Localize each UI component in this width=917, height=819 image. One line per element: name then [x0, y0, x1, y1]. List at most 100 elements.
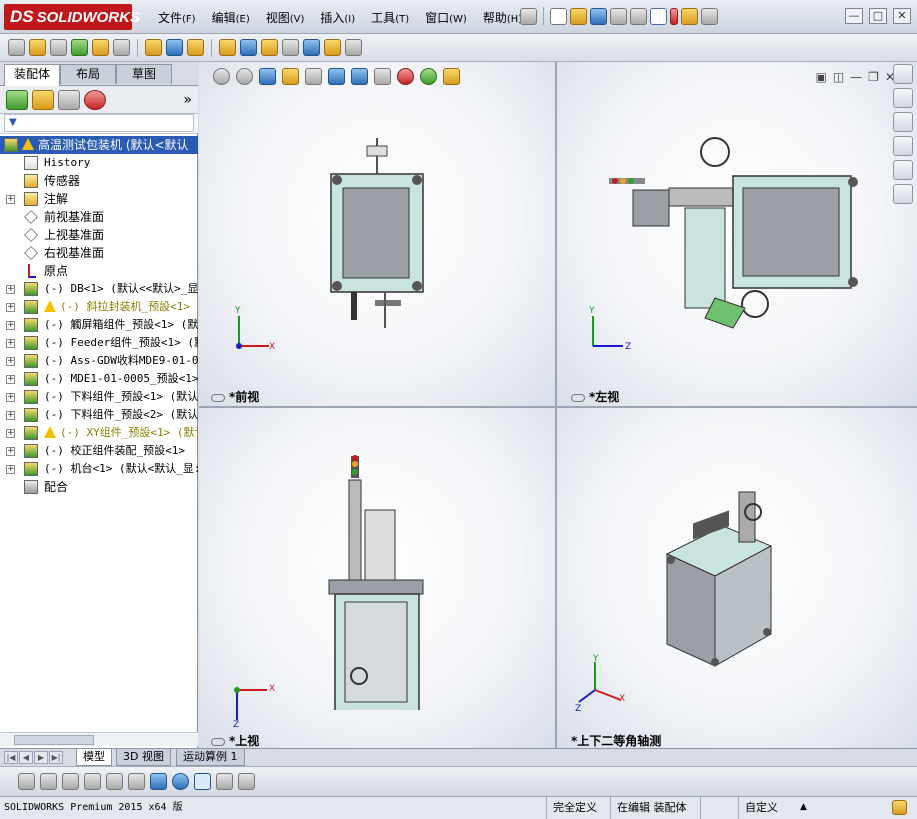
view-palette-icon[interactable]: [893, 136, 913, 156]
interference-detection-icon[interactable]: [303, 39, 320, 56]
move-component-icon[interactable]: [113, 39, 130, 56]
tab-layout[interactable]: 布局: [60, 64, 116, 84]
new-document-icon[interactable]: [550, 7, 567, 25]
linear-pattern-icon[interactable]: [71, 39, 88, 56]
section-view-icon[interactable]: [282, 68, 299, 85]
rebuild-indicator-icon[interactable]: [892, 800, 907, 815]
zoom-to-area-icon[interactable]: [236, 68, 253, 85]
last-tab-arrow[interactable]: ▶|: [49, 751, 63, 764]
filter-input[interactable]: ▼: [4, 114, 194, 132]
viewport-isometric[interactable]: Y X Z *上下二等角轴测: [557, 408, 917, 748]
mate-icon[interactable]: [29, 39, 46, 56]
tree-item[interactable]: + 注解: [0, 190, 198, 208]
tree-expand-toggle[interactable]: +: [6, 285, 15, 294]
instant3d-icon[interactable]: [345, 39, 362, 56]
reference-geometry-icon[interactable]: [187, 39, 204, 56]
hide-show-items-icon[interactable]: [374, 68, 391, 85]
next-tab-arrow[interactable]: ▶: [34, 751, 48, 764]
open-folder-icon[interactable]: [570, 7, 587, 25]
view-link-icon[interactable]: [211, 393, 225, 402]
select-cursor-icon[interactable]: [650, 7, 667, 25]
tree-item[interactable]: 传感器: [0, 172, 198, 190]
exploded-view-icon[interactable]: [261, 39, 278, 56]
smart-fasteners-icon[interactable]: [92, 39, 109, 56]
feature-manager-tree-icon[interactable]: [6, 89, 28, 110]
custom-properties-icon[interactable]: [893, 184, 913, 204]
tree-expand-toggle[interactable]: +: [6, 375, 15, 384]
tree-item[interactable]: + (-) Feeder组件_预設<1> (默: [0, 334, 198, 352]
menu-insert[interactable]: 插入(I): [312, 9, 363, 29]
tree-expand-toggle[interactable]: +: [6, 429, 15, 438]
tree-expand-toggle[interactable]: +: [6, 465, 15, 474]
insert-component-icon[interactable]: [8, 39, 25, 56]
tree-item[interactable]: History: [0, 154, 198, 172]
viewport-minimize-icon[interactable]: —: [850, 70, 862, 84]
minimize-button[interactable]: —: [845, 8, 863, 24]
tree-item[interactable]: 上视基准面: [0, 226, 198, 244]
configuration-manager-icon[interactable]: [58, 89, 80, 110]
tree-item[interactable]: + (-) MDE1-01-0005_预設<1>: [0, 370, 198, 388]
display-style-icon[interactable]: [351, 68, 368, 85]
tree-expand-toggle[interactable]: +: [6, 447, 15, 456]
previous-view-icon[interactable]: [259, 68, 276, 85]
tree-item[interactable]: + (-) XY组件_预設<1> (默讠: [0, 424, 198, 442]
tree-expand-toggle[interactable]: +: [6, 321, 15, 330]
table-icon[interactable]: [238, 773, 255, 790]
menu-tools[interactable]: 工具(T): [363, 9, 417, 29]
tree-horizontal-scrollbar[interactable]: [0, 732, 198, 746]
menu-edit[interactable]: 编辑(E): [204, 9, 258, 29]
show-hidden-icon[interactable]: [145, 39, 162, 56]
list-view-icon[interactable]: [84, 773, 101, 790]
menu-file[interactable]: 文件(F): [150, 9, 204, 29]
tree-expand-toggle[interactable]: +: [6, 339, 15, 348]
tree-expand-toggle[interactable]: +: [6, 195, 15, 204]
design-library-icon[interactable]: [893, 88, 913, 108]
grid-view-icon[interactable]: [106, 773, 123, 790]
transparency-icon[interactable]: [62, 773, 79, 790]
clearance-verification-icon[interactable]: [324, 39, 341, 56]
tree-item[interactable]: + (-) 下料组件_预設<1> (默认: [0, 388, 198, 406]
solidworks-resources-icon[interactable]: [893, 64, 913, 84]
scrollbar-thumb[interactable]: [14, 735, 94, 745]
display-manager-icon[interactable]: [84, 89, 106, 110]
options-icon[interactable]: [681, 7, 698, 25]
tree-item[interactable]: + (-) Ass-GDW收料MDE9-01-000: [0, 352, 198, 370]
tree-item[interactable]: + (-) 下料组件_预設<2> (默认: [0, 406, 198, 424]
tree-item[interactable]: + (-) 觸屏箱组件_预設<1> (默: [0, 316, 198, 334]
prev-tab-arrow[interactable]: ◀: [19, 751, 33, 764]
tree-item[interactable]: 右视基准面: [0, 244, 198, 262]
view-link-icon[interactable]: [211, 737, 225, 746]
viewport-split-icon[interactable]: ◫: [833, 70, 844, 84]
tree-item[interactable]: + (-) 校正组件装配_预設<1>: [0, 442, 198, 460]
tab-assembly[interactable]: 装配体: [4, 64, 60, 86]
tab-motion-study[interactable]: 运动算例 1: [176, 749, 245, 766]
traffic-light-icon[interactable]: [670, 7, 678, 25]
close-button[interactable]: ✕: [893, 8, 911, 24]
restore-button[interactable]: □: [869, 8, 887, 24]
display-mode-icon[interactable]: [172, 773, 189, 790]
pencil-icon[interactable]: [50, 39, 67, 56]
dynamic-annotation-icon[interactable]: [305, 68, 322, 85]
save-icon[interactable]: [590, 7, 607, 25]
view-orientation-icon[interactable]: [328, 68, 345, 85]
viewport-single-icon[interactable]: ▣: [815, 70, 826, 84]
bill-of-materials-icon[interactable]: [240, 39, 257, 56]
tree-expand-toggle[interactable]: +: [6, 411, 15, 420]
new-motion-study-icon[interactable]: [219, 39, 236, 56]
status-units-arrow[interactable]: ▲: [794, 797, 807, 819]
tree-expand-toggle[interactable]: +: [6, 357, 15, 366]
tree-item[interactable]: 配合: [0, 478, 198, 496]
assembly-features-icon[interactable]: [166, 39, 183, 56]
tree-item[interactable]: + (-) DB<1> (默认<<默认>_显:: [0, 280, 198, 298]
view-settings-icon[interactable]: [443, 68, 460, 85]
compare-icon[interactable]: [128, 773, 145, 790]
file-explorer-icon[interactable]: [893, 112, 913, 132]
tree-item[interactable]: + (-) 机台<1> (默认<默认_显:: [0, 460, 198, 478]
explode-line-sketch-icon[interactable]: [282, 39, 299, 56]
graphics-area[interactable]: Y X *前视 ▣ ◫ — ❐ ✕ Y Z *左视 X Z *上视 Y X Z …: [199, 62, 917, 748]
tab-model[interactable]: 模型: [76, 749, 112, 766]
viewport-tile-icon[interactable]: ❐: [868, 70, 879, 84]
undo-icon[interactable]: [630, 7, 647, 25]
show-components-icon[interactable]: [40, 773, 57, 790]
anchor-icon[interactable]: [216, 773, 233, 790]
